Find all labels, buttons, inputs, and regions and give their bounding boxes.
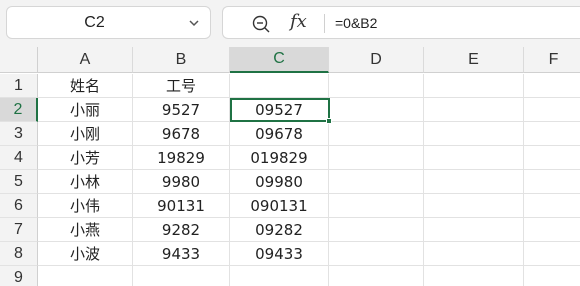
cell-f8[interactable] — [524, 242, 580, 266]
name-box[interactable]: C2 — [6, 6, 211, 39]
column-header-d[interactable]: D — [329, 47, 424, 73]
row-header-1[interactable]: 1 — [0, 74, 38, 98]
cell-e2[interactable] — [424, 98, 524, 122]
cell-f9[interactable] — [524, 266, 580, 286]
column-header-a[interactable]: A — [38, 47, 133, 73]
cell-d3[interactable] — [329, 122, 424, 146]
column-header-f[interactable]: F — [524, 47, 580, 73]
row-header-7[interactable]: 7 — [0, 218, 38, 242]
row-header-3[interactable]: 3 — [0, 122, 38, 146]
cell-e9[interactable] — [424, 266, 524, 286]
cell-b6[interactable]: 90131 — [133, 194, 230, 218]
cell-e4[interactable] — [424, 146, 524, 170]
cell-e3[interactable] — [424, 122, 524, 146]
cell-f1[interactable] — [524, 74, 580, 98]
cell-c1[interactable] — [230, 74, 329, 98]
cell-d7[interactable] — [329, 218, 424, 242]
cell-b4[interactable]: 19829 — [133, 146, 230, 170]
column-header-e[interactable]: E — [424, 47, 524, 73]
cell-b5[interactable]: 9980 — [133, 170, 230, 194]
formula-bar[interactable]: fx =0&B2 — [222, 6, 580, 39]
cell-e8[interactable] — [424, 242, 524, 266]
cell-f3[interactable] — [524, 122, 580, 146]
cell-c3[interactable]: 09678 — [230, 122, 329, 146]
row-header-5[interactable]: 5 — [0, 170, 38, 194]
cell-b7[interactable]: 9282 — [133, 218, 230, 242]
cell-a1[interactable]: 姓名 — [38, 74, 133, 98]
formula-input[interactable]: =0&B2 — [335, 7, 377, 38]
row-header-4[interactable]: 4 — [0, 146, 38, 170]
cell-d8[interactable] — [329, 242, 424, 266]
cell-a4[interactable]: 小芳 — [38, 146, 133, 170]
cell-f6[interactable] — [524, 194, 580, 218]
cell-c4[interactable]: 019829 — [230, 146, 329, 170]
cell-a2[interactable]: 小丽 — [38, 98, 133, 122]
row-header-8[interactable]: 8 — [0, 242, 38, 266]
cell-e6[interactable] — [424, 194, 524, 218]
cell-a3[interactable]: 小刚 — [38, 122, 133, 146]
function-icon[interactable]: fx — [290, 11, 307, 32]
cell-f4[interactable] — [524, 146, 580, 170]
cell-a5[interactable]: 小林 — [38, 170, 133, 194]
cell-b3[interactable]: 9678 — [133, 122, 230, 146]
cell-a7[interactable]: 小燕 — [38, 218, 133, 242]
cell-f7[interactable] — [524, 218, 580, 242]
cell-d4[interactable] — [329, 146, 424, 170]
name-box-value[interactable]: C2 — [7, 7, 182, 38]
row-header-6[interactable]: 6 — [0, 194, 38, 218]
cell-c6[interactable]: 090131 — [230, 194, 329, 218]
cell-f5[interactable] — [524, 170, 580, 194]
cell-b2[interactable]: 9527 — [133, 98, 230, 122]
chevron-down-icon[interactable] — [188, 17, 200, 29]
cell-b8[interactable]: 9433 — [133, 242, 230, 266]
column-header-c[interactable]: C — [230, 47, 329, 73]
cell-c5[interactable]: 09980 — [230, 170, 329, 194]
cell-c8[interactable]: 09433 — [230, 242, 329, 266]
cell-a6[interactable]: 小伟 — [38, 194, 133, 218]
cell-e1[interactable] — [424, 74, 524, 98]
cell-d1[interactable] — [329, 74, 424, 98]
column-header-b[interactable]: B — [133, 47, 230, 73]
cell-d6[interactable] — [329, 194, 424, 218]
zoom-icon[interactable] — [251, 14, 271, 34]
select-all-corner[interactable] — [0, 47, 38, 73]
spreadsheet-grid[interactable]: A B C D E F 1 姓名 工号 2 小丽 9527 09527 3 小刚 9678 09678 4 小芳 19… — [0, 47, 580, 286]
formula-divider — [324, 14, 325, 33]
row-header-2[interactable]: 2 — [0, 98, 38, 122]
cell-c9[interactable] — [230, 266, 329, 286]
fill-handle[interactable] — [326, 118, 332, 124]
cell-c2[interactable]: 09527 — [230, 98, 329, 122]
cell-e7[interactable] — [424, 218, 524, 242]
cell-a8[interactable]: 小波 — [38, 242, 133, 266]
cell-e5[interactable] — [424, 170, 524, 194]
cell-b9[interactable] — [133, 266, 230, 286]
cell-d5[interactable] — [329, 170, 424, 194]
cell-b1[interactable]: 工号 — [133, 74, 230, 98]
row-header-9[interactable]: 9 — [0, 266, 38, 286]
cell-c7[interactable]: 09282 — [230, 218, 329, 242]
cell-d9[interactable] — [329, 266, 424, 286]
cell-d2[interactable] — [329, 98, 424, 122]
cell-a9[interactable] — [38, 266, 133, 286]
cell-f2[interactable] — [524, 98, 580, 122]
